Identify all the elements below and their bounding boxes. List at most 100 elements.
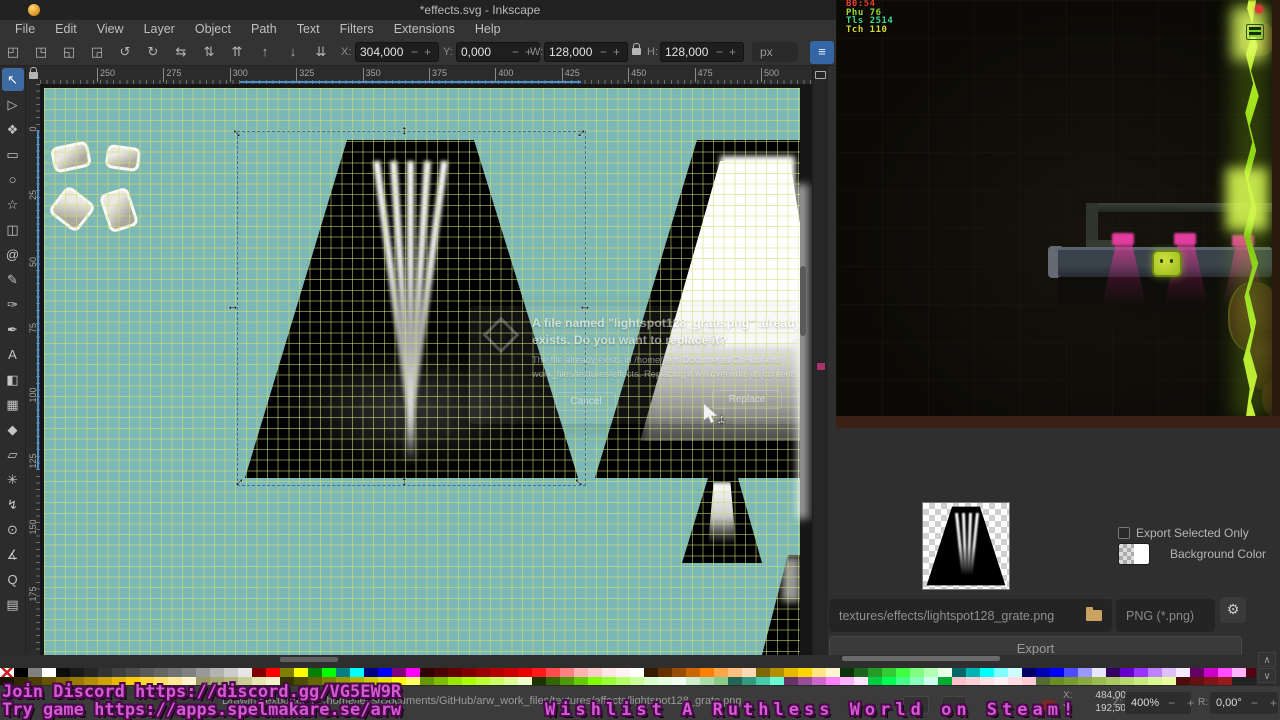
palette-swatch[interactable] [938, 676, 952, 685]
export-settings-button[interactable]: ⚙ [1220, 597, 1246, 623]
palette-swatch[interactable] [728, 668, 742, 677]
lightspot-small-shape[interactable] [682, 478, 762, 563]
vertical-scrollbar[interactable] [800, 266, 806, 336]
palette-swatch[interactable] [1022, 668, 1036, 677]
export-format-select[interactable]: PNG (*.png) [1116, 599, 1215, 632]
palette-swatch[interactable] [868, 676, 882, 685]
tool-box-3d[interactable]: ◫ [2, 218, 24, 241]
x-field[interactable]: 304,000 − + [355, 42, 439, 62]
palette-swatch[interactable] [1232, 668, 1246, 677]
rotation-plus[interactable]: + [1267, 696, 1280, 710]
palette-swatch[interactable] [826, 676, 840, 685]
raise-button[interactable]: ↑ [256, 42, 274, 61]
palette-swatch[interactable] [644, 668, 658, 677]
palette-swatch[interactable] [812, 676, 826, 685]
palette-swatch[interactable] [504, 676, 518, 685]
lightspot-corner-shape[interactable] [762, 555, 800, 655]
flip-horizontal-button[interactable]: ⇆ [172, 42, 190, 61]
palette-swatch[interactable] [574, 676, 588, 685]
palette-swatch[interactable] [1218, 676, 1232, 685]
palette-swatch[interactable] [1008, 668, 1022, 677]
palette-swatch[interactable] [1106, 676, 1120, 685]
palette-swatch[interactable] [644, 676, 658, 685]
palette-swatch[interactable] [476, 676, 490, 685]
palette-swatch[interactable] [434, 668, 448, 677]
palette-swatch[interactable] [490, 668, 504, 677]
selection-box-button[interactable]: ◲ [88, 42, 106, 61]
palette-swatch[interactable] [448, 668, 462, 677]
rotate-cw-button[interactable]: ↻ [144, 42, 162, 61]
y-minus-button[interactable]: − [509, 45, 522, 59]
palette-swatch[interactable] [1246, 668, 1256, 677]
palette-swatch[interactable] [868, 668, 882, 677]
tool-mesh-gradient[interactable]: ▦ [2, 393, 24, 416]
palette-swatch[interactable] [602, 676, 616, 685]
palette-swatch[interactable] [854, 668, 868, 677]
palette-swatch[interactable] [378, 668, 392, 677]
palette-swatch[interactable] [392, 668, 406, 677]
tool-rectangle[interactable]: ▭ [2, 143, 24, 166]
palette-swatch[interactable] [406, 676, 420, 685]
y-value[interactable]: 0,000 [461, 45, 509, 59]
palette-swatch[interactable] [1078, 676, 1092, 685]
palette-swatch[interactable] [910, 668, 924, 677]
palette-swatch[interactable] [1036, 676, 1050, 685]
scale-handle-s[interactable]: ↔ [399, 475, 414, 489]
palette-swatch[interactable] [420, 668, 434, 677]
palette-swatch[interactable] [1022, 676, 1036, 685]
tool-calligraphy[interactable]: ✑ [2, 293, 24, 316]
palette-swatch[interactable] [1008, 676, 1022, 685]
menu-edit[interactable]: Edit [46, 21, 86, 37]
palette-swatch[interactable] [308, 668, 322, 677]
w-minus-button[interactable]: − [597, 45, 610, 59]
palette-swatch[interactable] [798, 676, 812, 685]
palette-swatch[interactable] [742, 676, 756, 685]
palette-swatch[interactable] [1120, 676, 1134, 685]
palette-swatch[interactable] [364, 668, 378, 677]
tool-zoom[interactable]: Q [2, 568, 24, 591]
palette-swatch[interactable] [840, 676, 854, 685]
lower-button[interactable]: ↓ [284, 42, 302, 61]
palette-none-swatch[interactable] [0, 668, 14, 677]
palette-swatch[interactable] [1162, 676, 1176, 685]
export-filename-field[interactable]: textures/effects/lightspot128_grate.png [829, 599, 1112, 632]
y-field[interactable]: 0,000 − + [456, 42, 540, 62]
palette-swatch[interactable] [420, 676, 434, 685]
x-plus-button[interactable]: + [421, 45, 434, 59]
palette-swatch[interactable] [546, 668, 560, 677]
unit-select[interactable]: px [752, 42, 798, 62]
tool-pages[interactable]: ▤ [2, 593, 24, 616]
menu-file[interactable]: File [6, 21, 44, 37]
menu-help[interactable]: Help [466, 21, 510, 37]
x-minus-button[interactable]: − [408, 45, 421, 59]
color-managed-chip[interactable] [816, 362, 826, 371]
palette-swatch[interactable] [1190, 668, 1204, 677]
palette-swatch[interactable] [182, 668, 196, 677]
zoom-spinbox[interactable]: 400% − + [1125, 692, 1194, 714]
palette-swatch[interactable] [784, 676, 798, 685]
palette-swatch[interactable] [1050, 676, 1064, 685]
background-color-swatch[interactable] [1118, 543, 1150, 565]
h-plus-button[interactable]: + [726, 45, 739, 59]
palette-swatch[interactable] [770, 668, 784, 677]
palette-swatch[interactable] [672, 668, 686, 677]
palette-swatch[interactable] [224, 668, 238, 677]
palette-swatch[interactable] [798, 668, 812, 677]
tool-ellipse[interactable]: ○ [2, 168, 24, 191]
palette-swatch[interactable] [112, 668, 126, 677]
palette-swatch[interactable] [574, 668, 588, 677]
palette-swatch[interactable] [756, 668, 770, 677]
palette-swatch[interactable] [252, 668, 266, 677]
rotation-minus[interactable]: − [1248, 696, 1261, 710]
w-value[interactable]: 128,000 [549, 45, 597, 59]
palette-swatch[interactable] [1064, 668, 1078, 677]
palette-swatch[interactable] [812, 668, 826, 677]
palette-swatch[interactable] [532, 676, 546, 685]
palette-swatch[interactable] [630, 676, 644, 685]
tool-tweak[interactable]: ↯ [2, 493, 24, 516]
palette-swatch[interactable] [658, 668, 672, 677]
stone-sprite[interactable] [47, 184, 97, 234]
rotation-spinbox[interactable]: 0,00° − + [1210, 692, 1278, 714]
palette-swatch[interactable] [1064, 676, 1078, 685]
horizontal-scrollbar[interactable] [280, 657, 338, 662]
